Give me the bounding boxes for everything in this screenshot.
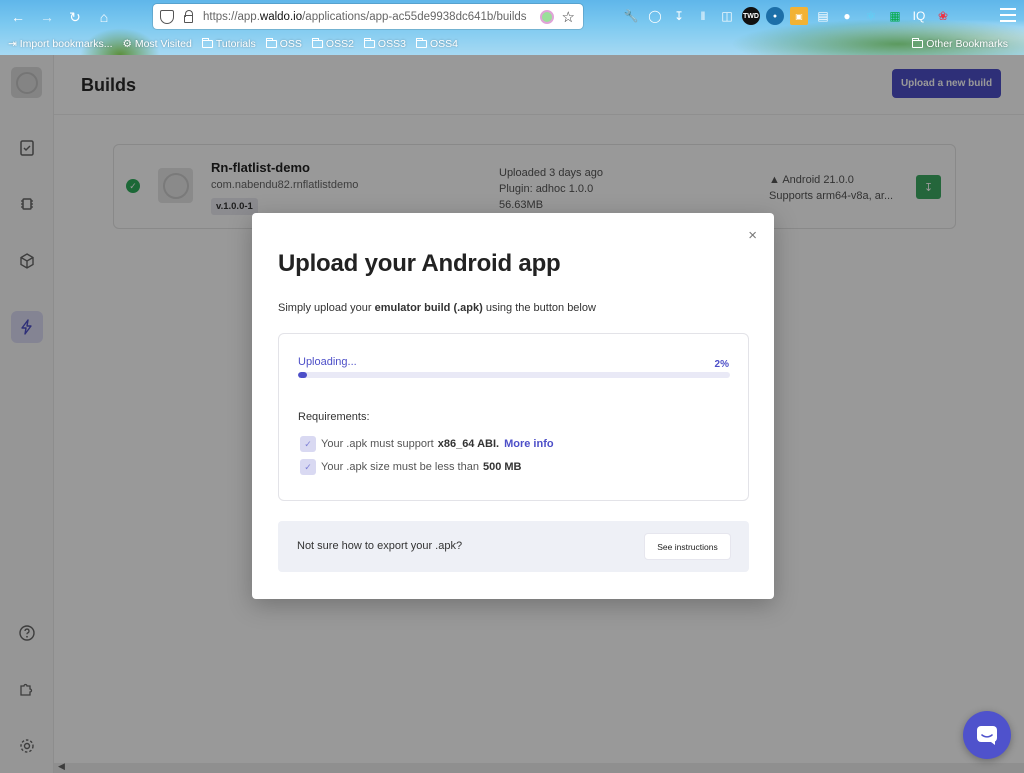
color-picker-extension-icon[interactable]: ❀ <box>934 7 952 25</box>
more-info-link[interactable]: More info <box>504 438 554 450</box>
forward-icon[interactable]: → <box>38 8 56 26</box>
cat-extension-icon[interactable]: ● <box>838 7 856 25</box>
react-devtools-icon[interactable]: ⚛ <box>862 7 880 25</box>
download-icon[interactable]: ↧ <box>670 7 688 25</box>
bookmark-folder-tutorials[interactable]: Tutorials <box>201 38 256 50</box>
toolbar-extensions: 🔧 ◯ ↧ ‖ ◫ TWD ● ▣ ▤ ● ⚛ ▦ IQ ❀ <box>622 7 952 25</box>
requirements-title: Requirements: <box>298 411 370 423</box>
library-icon[interactable]: ‖ <box>694 7 712 25</box>
back-icon[interactable]: ← <box>9 8 27 26</box>
modal-subtitle: Simply upload your emulator build (.apk)… <box>278 302 596 314</box>
upload-progress-bar <box>298 372 730 378</box>
hamburger-menu-icon[interactable] <box>1000 8 1016 22</box>
browser-toolbar: ← → ↻ ⌂ https://app.waldo.io/application… <box>0 0 1024 55</box>
checkbox-check-icon: ✓ <box>300 459 316 475</box>
export-help-text: Not sure how to export your .apk? <box>297 540 463 552</box>
bookmark-most-visited[interactable]: ⚙ Most Visited <box>123 38 192 50</box>
home-icon[interactable]: ⌂ <box>95 8 113 26</box>
export-help-box: Not sure how to export your .apk? See in… <box>278 521 749 572</box>
see-instructions-button[interactable]: See instructions <box>645 534 730 559</box>
globe-extension-icon[interactable]: ● <box>766 7 784 25</box>
chat-icon <box>977 726 997 745</box>
sidebar-icon[interactable]: ◫ <box>718 7 736 25</box>
extension-icon[interactable] <box>539 9 554 24</box>
upload-progress-box: Uploading... 2% Requirements: ✓ Your .ap… <box>278 333 749 501</box>
folder-icon <box>363 38 375 48</box>
bookmark-folder-oss3[interactable]: OSS3 <box>363 38 406 50</box>
chat-launcher-button[interactable] <box>963 711 1011 759</box>
folder-icon <box>311 38 323 48</box>
folder-icon <box>912 38 924 48</box>
close-icon[interactable]: × <box>748 227 757 244</box>
bookmark-folder-oss2[interactable]: OSS2 <box>311 38 354 50</box>
folder-icon <box>201 38 213 48</box>
shield-icon[interactable] <box>160 9 174 24</box>
lock-icon[interactable] <box>184 9 193 23</box>
bookmark-folder-oss4[interactable]: OSS4 <box>415 38 458 50</box>
iq-extension-icon[interactable]: IQ <box>910 7 928 25</box>
bookmark-folder-oss[interactable]: OSS <box>265 38 302 50</box>
upload-percent: 2% <box>714 359 729 370</box>
wrench-icon[interactable]: 🔧 <box>622 7 640 25</box>
url-text[interactable]: https://app.waldo.io/applications/app-ac… <box>203 11 540 23</box>
grid-extension-icon[interactable]: ▦ <box>886 7 904 25</box>
uploading-label: Uploading... <box>298 356 357 368</box>
notes-extension-icon[interactable]: ▤ <box>814 7 832 25</box>
reload-icon[interactable]: ↻ <box>66 8 84 26</box>
address-bar[interactable]: https://app.waldo.io/applications/app-ac… <box>153 4 583 29</box>
screenshot-extension-icon[interactable]: ▣ <box>790 7 808 25</box>
requirement-abi: ✓ Your .apk must support x86_64 ABI. More … <box>300 436 554 452</box>
folder-icon <box>415 38 427 48</box>
bookmark-import[interactable]: ⇥ Import bookmarks... <box>8 38 113 50</box>
upload-progress-fill <box>298 372 307 378</box>
bookmarks-bar: ⇥ Import bookmarks... ⚙ Most Visited Tut… <box>0 35 1024 53</box>
folder-icon <box>265 38 277 48</box>
modal-title: Upload your Android app <box>278 250 561 277</box>
bookmark-folder-other[interactable]: Other Bookmarks <box>912 35 1008 53</box>
requirement-size: ✓ Your .apk size must be less than 500 MB <box>300 459 522 475</box>
bookmark-star-icon[interactable]: ☆ <box>562 8 575 26</box>
upload-modal: × Upload your Android app Simply upload … <box>252 213 774 599</box>
pocket-icon[interactable]: ◯ <box>646 7 664 25</box>
twd-extension-icon[interactable]: TWD <box>742 7 760 25</box>
checkbox-check-icon: ✓ <box>300 436 316 452</box>
